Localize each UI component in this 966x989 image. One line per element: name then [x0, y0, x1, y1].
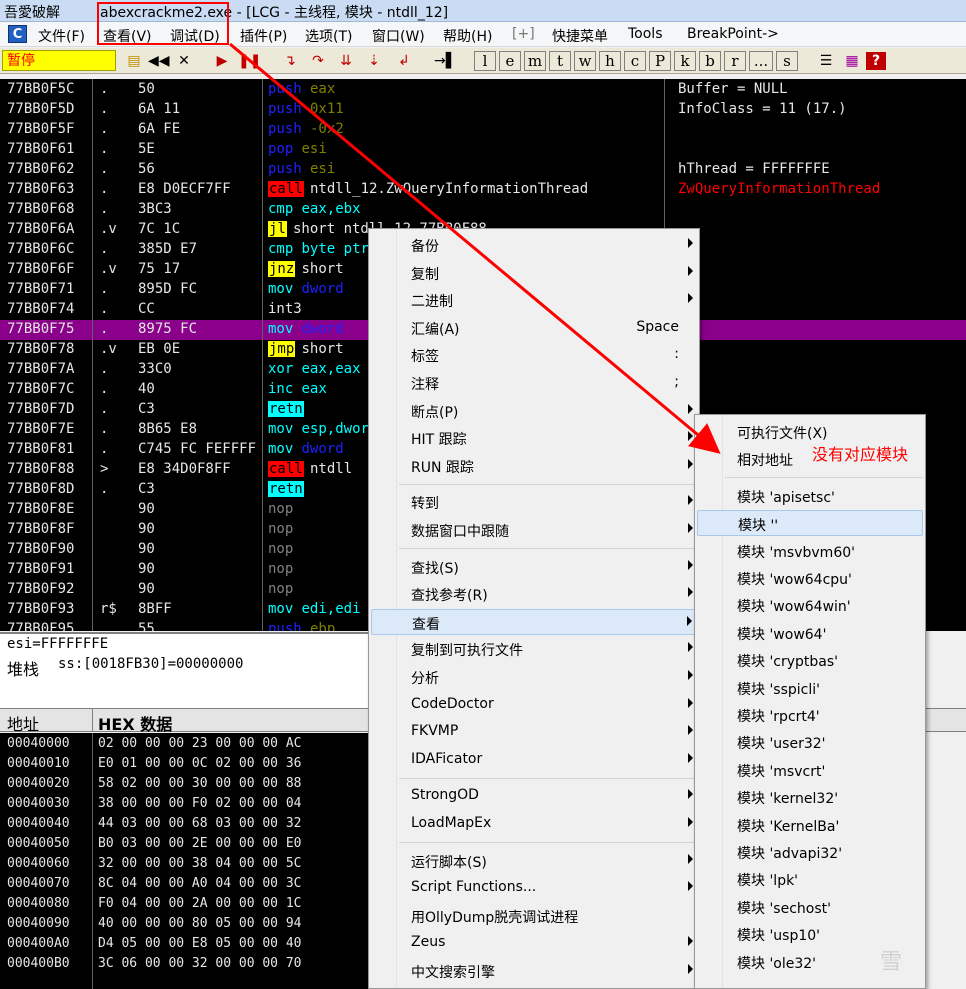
ollydbg-window: 吾愛破解 abexcrackme2.exe - [LCG - 主线程, 模块 -…	[0, 0, 966, 989]
annotation-arrow	[229, 42, 721, 454]
watermark: 雪	[880, 950, 903, 975]
annotation-text: 没有对应模块	[812, 445, 909, 464]
